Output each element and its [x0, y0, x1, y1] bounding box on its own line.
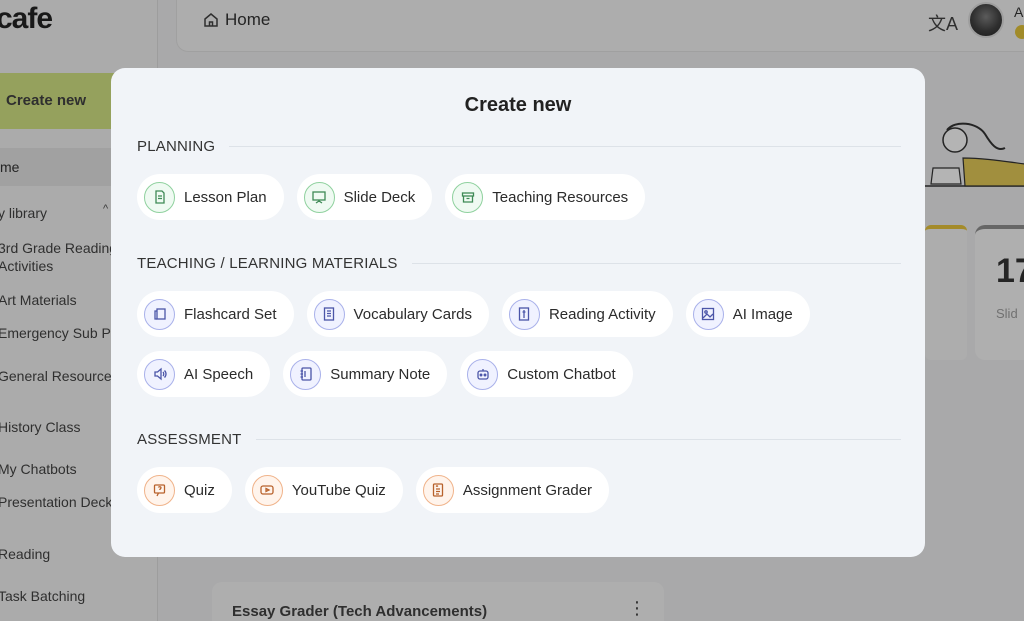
- chip-label: Slide Deck: [343, 188, 416, 206]
- divider: [411, 263, 901, 264]
- chip-label: Lesson Plan: [184, 188, 267, 206]
- book-icon: [313, 298, 345, 330]
- vocabulary-cards-button[interactable]: Vocabulary Cards: [306, 291, 489, 337]
- box-icon: [452, 181, 484, 213]
- video-icon: [251, 474, 283, 506]
- chip-label: Teaching Resources: [492, 188, 629, 206]
- cards-icon: [144, 298, 175, 330]
- slide-deck-button[interactable]: Slide Deck: [296, 174, 433, 220]
- speaker-icon: [144, 358, 175, 390]
- quiz-icon: [144, 474, 175, 506]
- chip-label: Quiz: [184, 481, 215, 499]
- chip-label: Assignment Grader: [462, 481, 593, 499]
- teaching-resources-button[interactable]: Teaching Resources: [445, 174, 646, 220]
- reading-activity-button[interactable]: Reading Activity: [501, 291, 673, 337]
- section-planning: PLANNING Lesson Plan Slide Deck Teaching…: [137, 138, 901, 220]
- grader-icon: [422, 474, 454, 506]
- section-assessment: ASSESSMENT Quiz YouTube Quiz Assignment …: [137, 431, 901, 513]
- chip-label: Vocabulary Cards: [353, 305, 472, 323]
- section-title: ASSESSMENT: [137, 431, 242, 448]
- presentation-icon: [303, 181, 335, 213]
- chip-label: Custom Chatbot: [507, 365, 616, 383]
- section-title: PLANNING: [137, 138, 216, 155]
- flashcard-set-button[interactable]: Flashcard Set: [137, 291, 294, 337]
- chip-label: AI Speech: [184, 365, 254, 383]
- section-title: TEACHING / LEARNING MATERIALS: [137, 255, 398, 272]
- image-icon: [692, 298, 724, 330]
- chip-label: AI Image: [732, 305, 793, 323]
- divider: [229, 146, 901, 147]
- chip-label: Flashcard Set: [184, 305, 277, 323]
- custom-chatbot-button[interactable]: Custom Chatbot: [460, 351, 633, 397]
- section-materials: TEACHING / LEARNING MATERIALS Flashcard …: [137, 255, 901, 397]
- create-new-modal: Create new PLANNING Lesson Plan Slide De…: [111, 68, 925, 557]
- ai-speech-button[interactable]: AI Speech: [137, 351, 271, 397]
- lesson-plan-button[interactable]: Lesson Plan: [137, 174, 284, 220]
- assignment-grader-button[interactable]: Assignment Grader: [415, 467, 610, 513]
- youtube-quiz-button[interactable]: YouTube Quiz: [244, 467, 403, 513]
- reading-icon: [508, 298, 540, 330]
- divider: [255, 439, 901, 440]
- chip-label: YouTube Quiz: [291, 481, 386, 499]
- chip-label: Reading Activity: [548, 305, 656, 323]
- summary-note-button[interactable]: Summary Note: [283, 351, 448, 397]
- document-icon: [144, 181, 175, 213]
- notebook-icon: [290, 358, 322, 390]
- quiz-button[interactable]: Quiz: [137, 467, 232, 513]
- ai-image-button[interactable]: AI Image: [685, 291, 810, 337]
- chip-label: Summary Note: [330, 365, 431, 383]
- bot-icon: [467, 358, 499, 390]
- modal-title: Create new: [464, 94, 572, 116]
